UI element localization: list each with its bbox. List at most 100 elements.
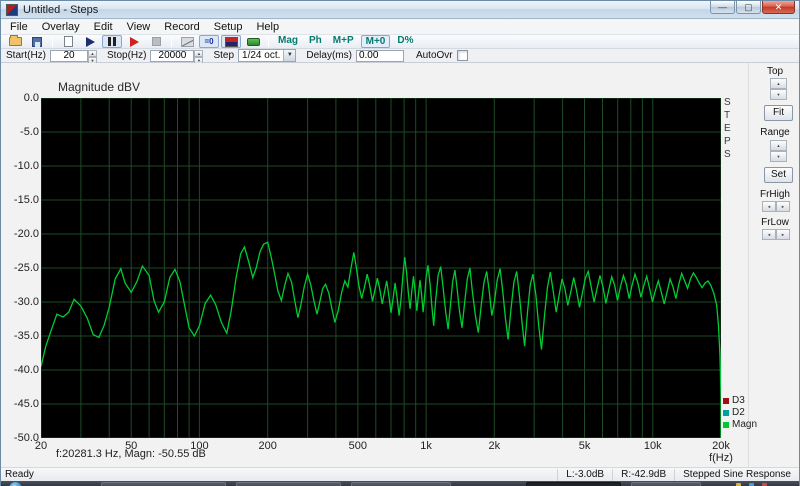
menu-bar: File Overlay Edit View Record Setup Help — [1, 19, 799, 35]
spectrum-icon — [224, 36, 238, 47]
start-orb-icon[interactable] — [9, 482, 22, 486]
menu-record[interactable]: Record — [157, 20, 206, 34]
stop-hz-spinner[interactable]: ▲ ▼ — [194, 49, 204, 64]
frlow-spinner[interactable]: ◄ ► — [762, 229, 790, 240]
taskbar-item[interactable] — [101, 482, 226, 486]
top-spinner[interactable]: ▲ ▼ — [770, 78, 787, 100]
level-zero-button[interactable]: =0 — [199, 35, 219, 48]
stop-hz-input[interactable] — [150, 49, 195, 62]
toolbar-separator — [52, 36, 53, 47]
autoovr-label: AutoOvr — [415, 50, 453, 61]
step-select[interactable]: 1/24 oct. ▼ — [238, 49, 297, 62]
frhigh-spinner[interactable]: ◄ ► — [762, 201, 790, 212]
overlay-flag-icon — [85, 36, 95, 47]
x-axis-unit-label: f(Hz) — [709, 452, 733, 464]
signal-led-icon — [246, 37, 260, 46]
mode-button-ph[interactable]: Ph — [305, 35, 326, 48]
app-window: Untitled - Steps — ▢ ✕ File Overlay Edit Vi… — [0, 0, 800, 486]
new-file-button[interactable] — [58, 35, 78, 48]
series-magn — [40, 241, 722, 442]
menu-edit[interactable]: Edit — [87, 20, 120, 34]
status-mode: Stepped Sine Response — [674, 468, 799, 481]
y-tick-label: -30.0 — [13, 296, 39, 308]
x-tick-label: 20k — [712, 440, 730, 452]
status-ready: Ready — [5, 469, 34, 480]
y-tick-label: -10.0 — [13, 160, 39, 172]
legend-label: D2 — [732, 407, 745, 418]
x-tick-label: 10k — [643, 440, 662, 452]
spectrum-button[interactable] — [221, 35, 241, 48]
steps-side-letter: P — [724, 136, 731, 147]
minimize-button[interactable]: — — [710, 1, 735, 14]
range-spinner[interactable]: ▲ ▼ — [770, 140, 787, 162]
legend-swatch-icon — [723, 421, 729, 428]
menu-file[interactable]: File — [3, 20, 35, 34]
save-file-button[interactable] — [27, 35, 47, 48]
status-right-level: R:-42.9dB — [612, 468, 674, 481]
frlow-label: FrLow — [761, 217, 789, 228]
status-left-level: L:-3.0dB — [557, 468, 612, 481]
title-bar[interactable]: Untitled - Steps — ▢ ✕ — [1, 1, 799, 19]
menu-overlay[interactable]: Overlay — [35, 20, 87, 34]
taskbar-item[interactable] — [631, 482, 701, 486]
open-file-button[interactable] — [5, 35, 25, 48]
stop-hz-label: Stop(Hz) — [107, 50, 147, 61]
generator-off-button[interactable] — [177, 35, 197, 48]
generator-off-icon — [180, 36, 194, 47]
taskbar-item[interactable] — [236, 482, 341, 486]
y-tick-label: -45.0 — [13, 398, 39, 410]
x-tick-label: 200 — [258, 440, 277, 452]
mode-button-d[interactable]: D% — [393, 35, 417, 48]
signal-led-button[interactable] — [243, 35, 263, 48]
x-tick-label: 5k — [578, 440, 591, 452]
save-file-icon — [32, 36, 42, 47]
maximize-button[interactable]: ▢ — [736, 1, 761, 14]
legend-swatch-icon — [723, 409, 729, 416]
stop-button[interactable] — [146, 35, 166, 48]
top-label: Top — [766, 66, 784, 77]
settings-bar: Start(Hz) ▲▼ Stop(Hz) ▲▼ Step 1/24 oct. … — [1, 49, 799, 64]
range-label: Range — [760, 127, 790, 138]
record-play-button[interactable] — [124, 35, 144, 48]
menu-setup[interactable]: Setup — [207, 20, 250, 34]
autoovr-checkbox[interactable] — [456, 50, 468, 61]
taskbar-item-active[interactable] — [526, 482, 621, 486]
overlay-flag-button[interactable] — [80, 35, 100, 48]
step-value: 1/24 oct. — [242, 50, 281, 61]
y-tick-label: -35.0 — [13, 330, 39, 342]
frhigh-label: FrHigh — [759, 189, 790, 200]
start-hz-spinner[interactable]: ▲ ▼ — [88, 49, 97, 64]
y-tick-label: -20.0 — [13, 228, 39, 240]
pause-button[interactable] — [102, 35, 122, 48]
menu-help[interactable]: Help — [249, 20, 286, 34]
menu-view[interactable]: View — [120, 20, 158, 34]
mode-button-m0[interactable]: M+0 — [360, 35, 391, 48]
status-bar: Ready L:-3.0dB R:-42.9dB Stepped Sine Re… — [1, 467, 799, 481]
windows-taskbar-sliver[interactable] — [1, 481, 799, 486]
play-icon — [129, 36, 139, 47]
magnitude-graph[interactable] — [40, 97, 722, 442]
close-button[interactable]: ✕ — [762, 1, 795, 14]
open-file-icon — [8, 35, 22, 46]
pause-icon — [108, 37, 116, 46]
mode-button-mp[interactable]: M+P — [329, 35, 358, 48]
legend-label: Magn — [732, 419, 758, 430]
mode-button-mag[interactable]: Mag — [274, 35, 302, 48]
fit-button[interactable]: Fit — [764, 105, 793, 121]
x-tick-label: 20 — [34, 440, 48, 452]
delay-input[interactable] — [355, 49, 404, 62]
legend-swatch-icon — [723, 397, 729, 404]
y-tick-label: -15.0 — [13, 194, 39, 206]
taskbar-item[interactable] — [351, 482, 451, 486]
display-mode-buttons: Mag Ph M+P M+0 D% — [274, 35, 417, 48]
toolbar-separator — [268, 36, 269, 47]
cursor-readout: f:20281.3 Hz, Magn: -50.55 dB — [56, 448, 206, 460]
legend-item-d2: D2 — [723, 407, 745, 418]
y-tick-label: 0.0 — [23, 92, 39, 104]
set-button[interactable]: Set — [764, 167, 793, 183]
legend-label: D3 — [732, 395, 745, 406]
start-hz-input[interactable] — [50, 49, 88, 62]
magnitude-plot-svg — [40, 97, 722, 442]
toolbar-separator — [171, 36, 172, 47]
y-tick-label: -25.0 — [13, 262, 39, 274]
